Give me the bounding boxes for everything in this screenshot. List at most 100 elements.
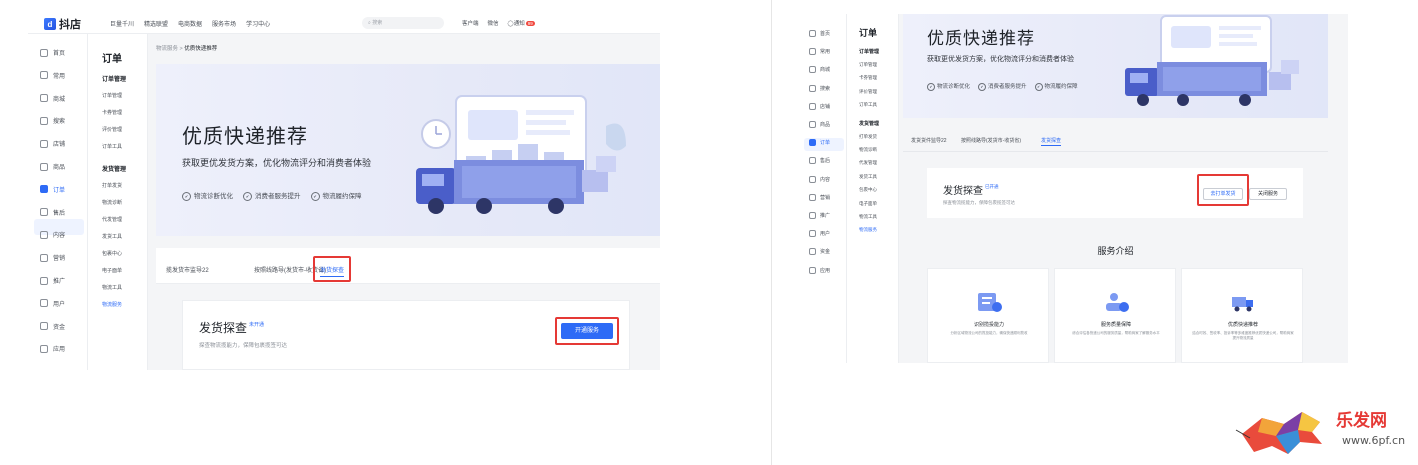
sidebar-item[interactable]: 商城 — [809, 66, 830, 74]
sidebar-item[interactable]: 店铺 — [40, 139, 65, 148]
logo[interactable]: d 抖店 — [44, 16, 81, 32]
sidebar-item-label: 售后 — [53, 210, 66, 217]
sidebar-item-label: 订单 — [820, 140, 831, 147]
breadcrumb: 物流服务 > 优质快递推荐 — [156, 46, 218, 52]
nav-sub-item[interactable]: 订单管理 — [859, 62, 877, 68]
nav-sub-item[interactable]: 订单工具 — [859, 102, 877, 108]
feature-item: 物流诊断优化 — [927, 82, 970, 91]
nav-sub-item[interactable]: 评价管理 — [859, 89, 877, 95]
sidebar-item[interactable]: 资金 — [809, 248, 831, 256]
nav-sub-item[interactable]: 发货工具 — [102, 233, 122, 240]
nav-group-label[interactable]: 订单管理 — [102, 74, 126, 83]
breadcrumb-current: 优质快递推荐 — [184, 46, 218, 52]
nav-sub-item[interactable]: 订单工具 — [102, 143, 122, 150]
feature-item: 消费者服务提升 — [243, 190, 301, 201]
nav-sub-item[interactable]: 卡券管理 — [859, 75, 877, 81]
nav-sub-item[interactable]: 包裹中心 — [859, 187, 877, 193]
nav-sub-item[interactable]: 电子面单 — [859, 201, 877, 207]
left-screenshot: d 抖店 巨量千川 精选联盟 电商数据 服务市场 学习中心 ⌕ 搜索 客户端 微… — [28, 12, 660, 370]
nav-sub-item[interactable]: 代发管理 — [102, 216, 122, 223]
sidebar-item[interactable]: 内容 — [809, 175, 830, 183]
nav-sub-item[interactable]: 物流服务 — [102, 301, 122, 308]
sidebar-item-label: 资金 — [820, 249, 831, 256]
nav-icon — [809, 102, 816, 110]
topnav-item[interactable]: 电商数据 — [178, 19, 202, 28]
nav-sub-item[interactable]: 包裹中心 — [102, 250, 122, 257]
feature-item: 物流诊断优化 — [182, 190, 233, 201]
watermark-site-name: 乐发网 — [1336, 411, 1387, 431]
nav-sub-item[interactable]: 打单发货 — [102, 182, 122, 189]
client-link[interactable]: 客户端 — [462, 19, 479, 27]
service-desc: 结合时效、签收率、投诉率等多维度推荐优质快递公司，帮助商家提升物流质量 — [1192, 331, 1294, 340]
banner-title: 优质快递推荐 — [182, 126, 308, 148]
sidebar-item[interactable]: 应用 — [809, 266, 830, 274]
highlight-box — [313, 256, 351, 282]
nav-sub-item[interactable]: 物流服务 — [859, 227, 877, 233]
sidebar-item[interactable]: 搜索 — [809, 84, 830, 92]
nav-sub-item[interactable]: 发货工具 — [859, 174, 877, 180]
logo-text: 抖店 — [59, 19, 81, 31]
service-card: 发货探查 已开通 探查物流揽能力，保障包裹揽签可达 去打单发货 关闭服务 — [927, 168, 1303, 218]
nav-sub-item[interactable]: 代发管理 — [859, 160, 877, 166]
top-right-actions: 客户端 微信 ◯通知 99 — [462, 19, 535, 27]
nav-icon — [40, 208, 48, 217]
sidebar-item[interactable]: 常用 — [40, 71, 65, 80]
nav-sub-item[interactable]: 物流工具 — [102, 284, 122, 291]
topnav-item[interactable]: 精选联盟 — [144, 19, 168, 28]
notify-link[interactable]: ◯通知 99 — [508, 19, 535, 27]
sidebar-item[interactable]: 应用 — [40, 344, 65, 353]
tab-monitor[interactable]: 发货货件监导22 — [911, 137, 947, 144]
nav-sub-item[interactable]: 电子面单 — [102, 267, 122, 274]
sidebar-item-label: 应用 — [53, 347, 66, 354]
sidebar-item[interactable]: 推广 — [40, 276, 65, 285]
nav-group-label[interactable]: 订单管理 — [859, 48, 879, 55]
sidebar-item[interactable]: 搜索 — [40, 116, 65, 125]
sidebar-item[interactable]: 内容 — [40, 230, 65, 239]
sidebar-item[interactable]: 首页 — [809, 30, 830, 37]
sidebar-item[interactable]: 售后 — [40, 208, 65, 217]
sidebar-item[interactable]: 商品 — [40, 162, 65, 171]
sidebar-item[interactable]: 营销 — [809, 193, 830, 201]
tab-bar: 揽发货市监导22 按照线路导(发货市-收货省) 发货探查 — [156, 248, 660, 284]
breadcrumb-parent[interactable]: 物流服务 — [156, 46, 178, 52]
sidebar-item-label: 商城 — [53, 96, 66, 103]
tab-shipping-probe[interactable]: 发货探查 — [1041, 137, 1062, 146]
logo-icon: d — [44, 18, 56, 30]
close-service-button[interactable]: 关闭服务 — [1249, 188, 1287, 200]
topnav-item[interactable]: 巨量千川 — [110, 19, 134, 28]
sidebar-item[interactable]: 用户 — [809, 230, 830, 238]
nav-group-label[interactable]: 发货管理 — [102, 164, 126, 173]
highlight-box — [555, 317, 619, 345]
sidebar-item-label: 常用 — [53, 73, 66, 80]
tab-route[interactable]: 按照线路导(发货市-收货省) — [961, 137, 1021, 144]
sidebar-item[interactable]: 用户 — [40, 299, 65, 308]
service-feature-card: 识别揽投能力 分析区域物流公司的揽投能力，确保快递顺利揽收 — [927, 268, 1049, 363]
nav-sub-item[interactable]: 打单发货 — [859, 134, 877, 140]
sidebar-item[interactable]: 推广 — [809, 212, 830, 219]
wechat-link[interactable]: 微信 — [488, 19, 499, 27]
sidebar-item[interactable]: 商品 — [809, 121, 830, 128]
nav-icon — [40, 344, 48, 353]
sidebar-item[interactable]: 常用 — [809, 48, 830, 56]
nav-group-label[interactable]: 发货管理 — [859, 120, 879, 127]
nav-sub-item[interactable]: 订单管理 — [102, 92, 122, 99]
sidebar-item[interactable]: 售后 — [809, 157, 830, 165]
status-badge: 已开通 — [985, 184, 999, 189]
service-desc: 分析区域物流公司的揽投能力，确保快递顺利揽收 — [950, 331, 1028, 335]
nav-sub-item[interactable]: 物流诊断 — [102, 199, 122, 206]
sidebar-item[interactable]: 商城 — [40, 94, 65, 103]
nav-sub-item[interactable]: 物流诊断 — [859, 147, 877, 153]
nav-sub-item[interactable]: 卡券管理 — [102, 109, 122, 116]
sidebar-item[interactable]: 营销 — [40, 253, 65, 262]
tab-monitor[interactable]: 揽发货市监导22 — [166, 265, 209, 274]
topnav-item[interactable]: 服务市场 — [212, 19, 236, 28]
sidebar-item[interactable]: 首页 — [40, 48, 65, 57]
sidebar-item[interactable]: 资金 — [40, 322, 65, 331]
nav-sub-item[interactable]: 物流工具 — [859, 214, 877, 220]
nav-sub-item[interactable]: 评价管理 — [102, 126, 122, 133]
sidebar-item[interactable]: 店铺 — [809, 102, 830, 110]
sidebar-item[interactable]: 订单 — [809, 139, 831, 147]
topnav-item[interactable]: 学习中心 — [246, 19, 270, 28]
sidebar-item[interactable]: 订单 — [40, 185, 65, 194]
search-input[interactable]: ⌕ 搜索 — [362, 17, 444, 29]
